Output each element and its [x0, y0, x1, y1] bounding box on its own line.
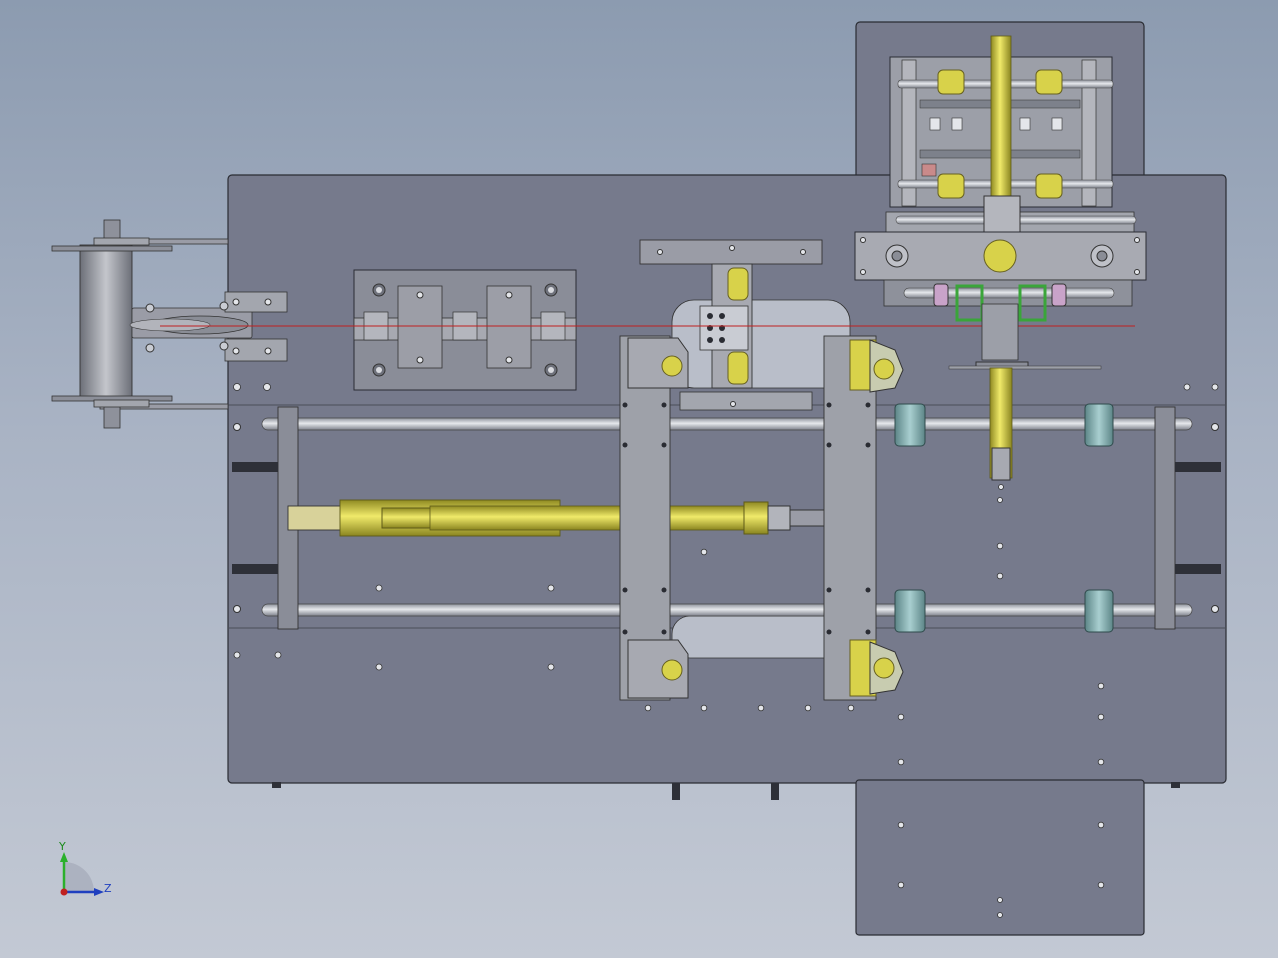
bending-base-block	[854, 231, 1147, 281]
guide-rod-lower	[261, 603, 1193, 617]
wire-straightener-block	[353, 269, 577, 391]
cad-viewport[interactable]: Y Z	[0, 0, 1278, 958]
base-plate-lower-extension	[855, 779, 1145, 936]
guide-rod-upper	[261, 417, 1193, 431]
assembly-drawing: Y Z	[51, 21, 1227, 936]
axis-z-label: Z	[104, 882, 112, 895]
coordinate-triad: Y Z	[58, 840, 112, 896]
axis-y-label: Y	[58, 840, 66, 853]
